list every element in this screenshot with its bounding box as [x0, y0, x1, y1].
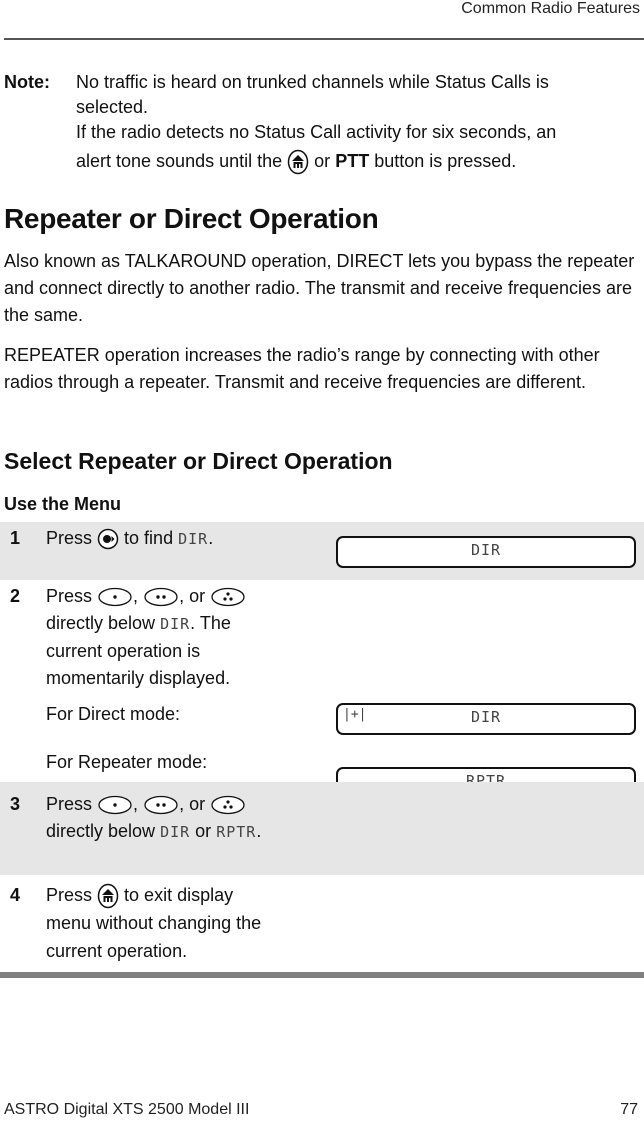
home-button-icon [97, 883, 119, 909]
note-line-3: If the radio detects no Status Call acti… [76, 122, 557, 142]
step-text-part: , or [179, 586, 206, 606]
step-text-part: to exit display [124, 885, 234, 905]
radio-display: DIR [336, 536, 636, 568]
home-button-icon [287, 149, 309, 175]
right-softkey-icon [210, 795, 246, 815]
header-rule [4, 38, 644, 40]
method-title: Use the Menu [4, 494, 122, 514]
step-text: Press to find DIR. [46, 525, 316, 553]
step-number: 1 [10, 528, 21, 548]
step-text: Press , , or directly below DIR. The cur… [46, 583, 316, 692]
step-text-part: Press [46, 885, 93, 905]
direct-mode-label: For Direct mode: [46, 704, 181, 724]
step-text-part: directly below [46, 821, 156, 841]
note-text: alert tone sounds until the [76, 151, 283, 171]
section-paragraph-2: REPEATER operation increases the radio’s… [4, 345, 600, 392]
center-softkey-icon [143, 587, 179, 607]
step-text-part: , [133, 794, 139, 814]
note-label: Note: [4, 72, 50, 92]
note-text: button is pressed. [374, 151, 517, 171]
lcd-word: DIR [160, 823, 191, 841]
note-line-4: alert tone sounds until the or PTT butto… [76, 145, 636, 178]
repeater-mode-label: For Repeater mode: [46, 752, 208, 772]
note-body: No traffic is heard on trunked channels … [76, 70, 636, 178]
step-text-part: current operation. [46, 941, 188, 962]
page-number: 77 [620, 1101, 638, 1118]
step-text: Press to exit display menu without chang… [46, 881, 316, 965]
step-text-part: or [195, 821, 212, 841]
lcd-word: DIR [178, 530, 209, 548]
footer-product: ASTRO Digital XTS 2500 Model III [4, 1101, 250, 1118]
center-softkey-icon [143, 795, 179, 815]
lcd-word: RPTR [216, 823, 257, 841]
ptt-label: PTT [335, 151, 370, 171]
menu-scroll-button-icon [97, 528, 119, 550]
step-text-part: , [133, 586, 139, 606]
note-line-1: No traffic is heard on trunked channels … [76, 72, 549, 92]
step-text-part: Press [46, 528, 93, 548]
section-paragraph-1: Also known as TALKAROUND operation, DIRE… [4, 251, 635, 325]
step-row-3: 3 Press , , or directly below DIR or RPT… [0, 782, 644, 875]
table-bottom-rule [0, 972, 644, 978]
subsection-title: Select Repeater or Direct Operation [4, 448, 393, 474]
display-text: DIR [470, 708, 502, 726]
left-softkey-icon [97, 587, 133, 607]
left-softkey-icon [97, 795, 133, 815]
step-text-part: to find [124, 528, 174, 548]
display-text: DIR [470, 541, 502, 559]
lcd-word: DIR [160, 615, 191, 633]
step-text-part: momentarily displayed. [46, 668, 231, 688]
note-text: or [314, 151, 331, 171]
note-line-2: selected. [76, 97, 149, 117]
step-text-part: Press [46, 794, 93, 814]
step-row-2: 2 Press , , or directly below DIR. The c… [0, 580, 644, 799]
step-row-4: 4 Press to exit display menu without cha… [0, 875, 644, 971]
step-text-part: Press [46, 586, 93, 606]
step-text-part: . [256, 821, 262, 841]
step-text-part: current operation is [46, 641, 201, 661]
right-softkey-icon [210, 587, 246, 607]
step-text-part: directly below [46, 613, 156, 633]
step-number: 4 [10, 885, 21, 905]
running-header: Common Radio Features [461, 0, 640, 17]
step-text-part: , or [179, 794, 206, 814]
step-text: Press , , or directly below DIR or RPTR. [46, 791, 316, 846]
step-text-part: . [208, 528, 214, 548]
section-title: Repeater or Direct Operation [4, 203, 379, 234]
step-number: 2 [10, 586, 21, 606]
step-number: 3 [10, 794, 21, 814]
step-text-part: menu without changing the [46, 913, 262, 934]
radio-display-direct: |+| DIR [336, 703, 636, 735]
step-text-part: . The [190, 613, 231, 633]
step-row-1: 1 Press to find DIR. DIR [0, 522, 644, 580]
